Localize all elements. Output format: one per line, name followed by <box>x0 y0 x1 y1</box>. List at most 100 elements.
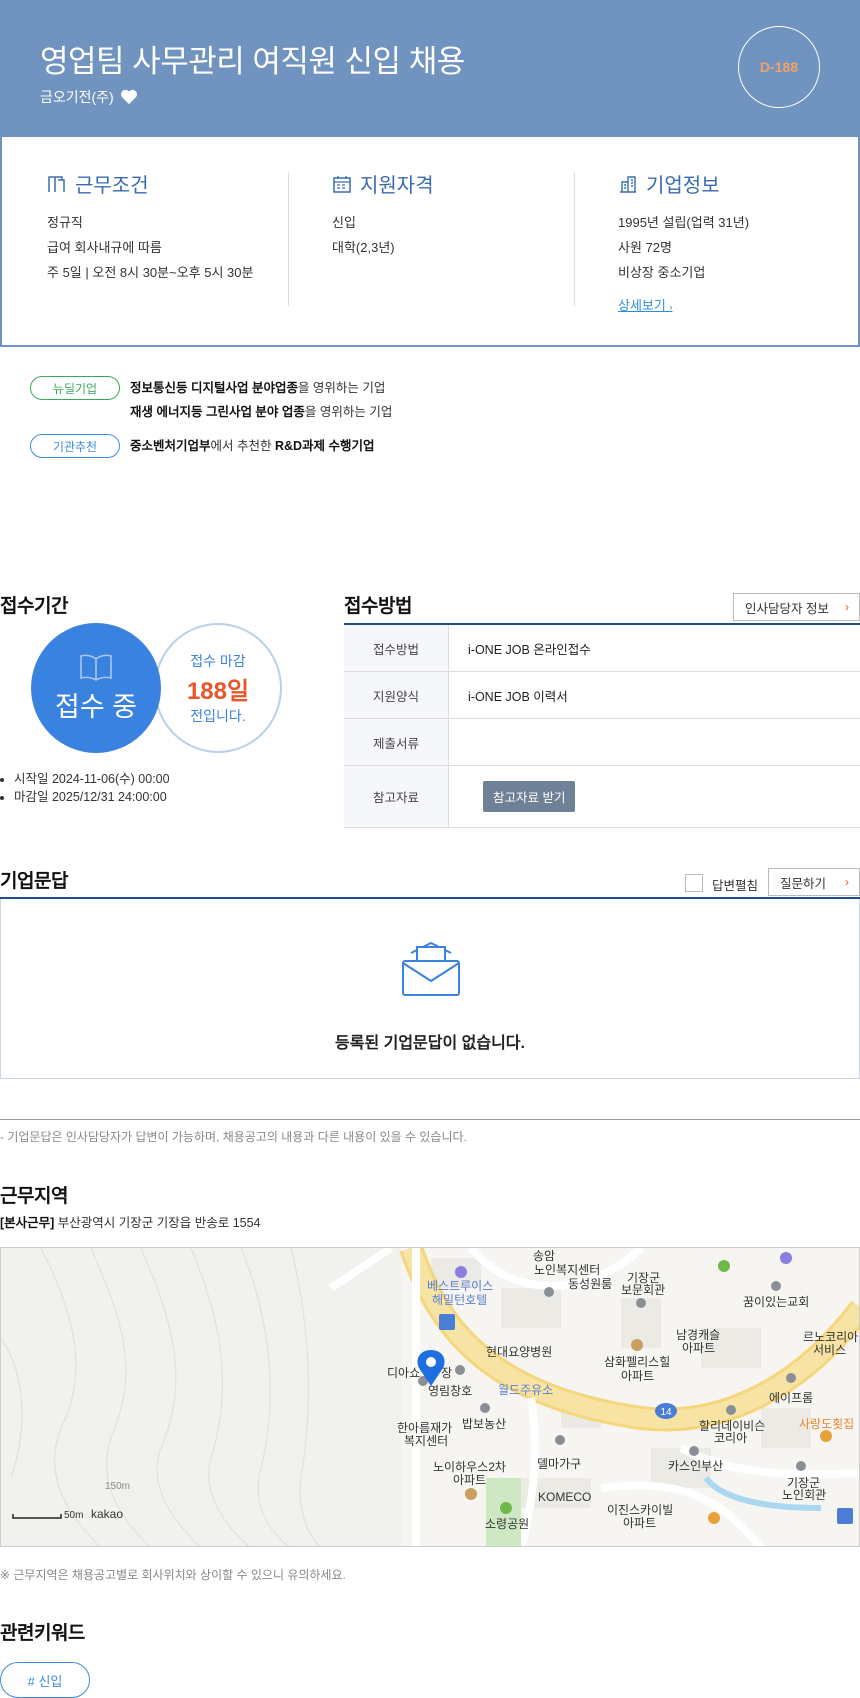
svg-text:노인회관: 노인회관 <box>782 1488 826 1502</box>
svg-text:노인복지센터: 노인복지센터 <box>534 1263 600 1277</box>
condition-line: 정규직 <box>47 215 83 230</box>
method-table: 접수방법 i-ONE JOB 온라인접수 지원양식 i-ONE JOB 이력서 … <box>344 623 860 828</box>
company-name-row: 금오기전(주) <box>40 87 138 107</box>
svg-text:아파트: 아파트 <box>682 1341 715 1355</box>
svg-text:KOMECO: KOMECO <box>538 1490 591 1504</box>
svg-text:해밀턴호텔: 해밀턴호텔 <box>432 1293 487 1307</box>
qualifications-title: 지원자격 <box>360 175 434 197</box>
qualifications: 지원자격 신입 대학(2,3년) <box>332 169 592 260</box>
job-header: 영업팀 사무관리 여직원 신입 채용 금오기전(주) D-188 <box>0 0 860 137</box>
map-canvas[interactable]: 14 송암 노인복지센터 동성원룸 기장군 보문회관 베스트루이스 해밀턴호텔 … <box>1 1248 860 1547</box>
method-title: 접수방법 <box>344 596 412 617</box>
svg-text:남경캐슬: 남경캐슬 <box>676 1328 720 1342</box>
company-info-line: 사원 72명 <box>618 240 672 255</box>
svg-text:아파트: 아파트 <box>621 1369 654 1383</box>
svg-text:보문회관: 보문회관 <box>621 1283 665 1297</box>
tag-newdeal: 뉴딜기업 <box>30 376 120 400</box>
table-row: 지원양식 i-ONE JOB 이력서 <box>344 672 860 719</box>
divider <box>574 172 575 306</box>
company-info-line: 비상장 중소기업 <box>618 265 706 280</box>
svg-text:현대요양병원: 현대요양병원 <box>486 1345 552 1359</box>
qualification-line: 대학(2,3년) <box>332 240 395 255</box>
tag-desc: 중소벤처기업부에서 추천한 R&D과제 수행기업 <box>130 439 375 453</box>
svg-text:노이하우스2차: 노이하우스2차 <box>433 1460 506 1474</box>
company-name[interactable]: 금오기전(주) <box>40 87 114 107</box>
svg-text:송암: 송암 <box>533 1249 555 1263</box>
qa-note: - 기업문답은 인사담당자가 답변이 가능하며, 채용공고의 내용과 다른 내용… <box>0 1130 467 1144</box>
deadline-label: 접수 마감 <box>190 652 246 669</box>
company-info-title: 기업정보 <box>646 175 720 197</box>
table-row: 제출서류 <box>344 719 860 766</box>
svg-text:에이프롬: 에이프롬 <box>769 1391 813 1405</box>
tag-agency: 기관추천 <box>30 434 120 458</box>
table-row: 참고자료 참고자료 받기 <box>344 766 860 828</box>
svg-text:동성원룸: 동성원룸 <box>568 1277 612 1291</box>
qa-empty-box: 등록된 기업문답이 없습니다. <box>0 899 860 1079</box>
qa-empty-message: 등록된 기업문답이 없습니다. <box>335 1035 525 1052</box>
svg-text:디아쇼: 디아쇼 <box>387 1366 420 1380</box>
book-icon <box>80 654 112 681</box>
svg-text:월드주유소: 월드주유소 <box>498 1383 553 1397</box>
work-conditions: 근무조건 정규직 급여 회사내규에 따름 주 5일 | 오전 8시 30분~오후… <box>47 169 307 285</box>
location-title: 근무지역 <box>0 1186 68 1207</box>
work-conditions-title: 근무조건 <box>75 175 149 197</box>
svg-text:아파트: 아파트 <box>453 1473 486 1487</box>
period-title: 접수기간 <box>0 596 68 617</box>
route-shield: 14 <box>660 1407 672 1418</box>
condition-line: 주 5일 | 오전 8시 30분~오후 5시 30분 <box>47 265 254 280</box>
condition-line: 급여 회사내규에 따름 <box>47 240 162 255</box>
start-date: 시작일 2024-11-06(수) 00:00 <box>14 770 170 788</box>
expand-answers-checkbox[interactable] <box>685 874 703 892</box>
svg-text:한아름재가: 한아름재가 <box>397 1421 452 1435</box>
svg-text:소령공원: 소령공원 <box>485 1517 529 1531</box>
door-icon <box>48 175 65 192</box>
deadline-circle: 접수 마감 188일 전입니다. <box>154 623 282 753</box>
end-date: 마감일 2025/12/31 24:00:00 <box>14 788 170 806</box>
reference-download-button[interactable]: 참고자료 받기 <box>483 781 576 812</box>
svg-text:영림창호: 영림창호 <box>428 1384 472 1398</box>
period-dates: 시작일 2024-11-06(수) 00:00 마감일 2025/12/31 2… <box>10 770 170 806</box>
location-map[interactable]: 14 송암 노인복지센터 동성원룸 기장군 보문회관 베스트루이스 해밀턴호텔 … <box>0 1247 860 1547</box>
status-text: 접수 중 <box>54 691 138 722</box>
svg-text:델마가구: 델마가구 <box>537 1457 581 1471</box>
keyword-chip[interactable]: # 신입 <box>0 1662 90 1698</box>
tag-desc: 정보통신등 디지털사업 분야업종을 영위하는 기업 <box>130 381 386 395</box>
keywords-title: 관련키워드 <box>0 1623 85 1644</box>
svg-text:카스인부산: 카스인부산 <box>668 1459 723 1473</box>
svg-text:이진스카이빌: 이진스카이빌 <box>607 1503 673 1517</box>
svg-text:꿈이있는교회: 꿈이있는교회 <box>743 1295 809 1309</box>
map-note: ※ 근무지역은 채용공고별로 회사위치와 상이할 수 있으니 유의하세요. <box>0 1568 346 1582</box>
svg-text:50m: 50m <box>64 1510 83 1521</box>
svg-text:장: 장 <box>441 1366 452 1380</box>
calendar-icon <box>333 175 351 193</box>
job-summary-box: 근무조건 정규직 급여 회사내규에 따름 주 5일 | 오전 8시 30분~오후… <box>0 137 860 347</box>
mail-icon <box>402 941 460 996</box>
svg-text:서비스: 서비스 <box>813 1343 846 1357</box>
divider <box>0 1119 860 1120</box>
svg-text:사랑도횟집: 사랑도횟집 <box>799 1417 854 1431</box>
hr-info-button[interactable]: 인사담당자 정보 › <box>733 593 860 621</box>
svg-text:150m: 150m <box>105 1481 130 1492</box>
expand-answers-label[interactable]: 답변펼침 <box>712 875 758 894</box>
building-icon <box>620 175 636 193</box>
svg-text:코리아: 코리아 <box>714 1431 747 1445</box>
divider <box>288 172 289 306</box>
dday-badge: D-188 <box>738 26 820 108</box>
job-title: 영업팀 사무관리 여직원 신입 채용 <box>40 44 465 79</box>
tag-row-agency: 기관추천 중소벤처기업부에서 추천한 R&D과제 수행기업 <box>30 434 375 458</box>
status-circle: 접수 중 <box>31 623 161 753</box>
company-detail-link[interactable]: 상세보기 › <box>618 295 672 314</box>
heart-icon[interactable] <box>120 89 138 105</box>
svg-text:아파트: 아파트 <box>623 1516 656 1530</box>
tag-desc: 재생 에너지등 그린사업 분야 업종을 영위하는 기업 <box>130 405 393 419</box>
svg-text:베스트루이스: 베스트루이스 <box>427 1279 493 1293</box>
svg-text:밥보농산: 밥보농산 <box>462 1417 506 1431</box>
company-info-line: 1995년 설립(업력 31년) <box>618 215 750 230</box>
svg-text:르노코리아: 르노코리아 <box>803 1330 858 1344</box>
svg-text:삼화펠리스힐: 삼화펠리스힐 <box>604 1355 670 1369</box>
svg-text:kakao: kakao <box>91 1507 123 1521</box>
ask-question-button[interactable]: 질문하기 › <box>768 868 860 896</box>
qualification-line: 신입 <box>332 215 356 230</box>
company-info: 기업정보 1995년 설립(업력 31년) 사원 72명 비상장 중소기업 상세… <box>618 169 860 315</box>
deadline-suffix: 전입니다. <box>190 707 246 724</box>
